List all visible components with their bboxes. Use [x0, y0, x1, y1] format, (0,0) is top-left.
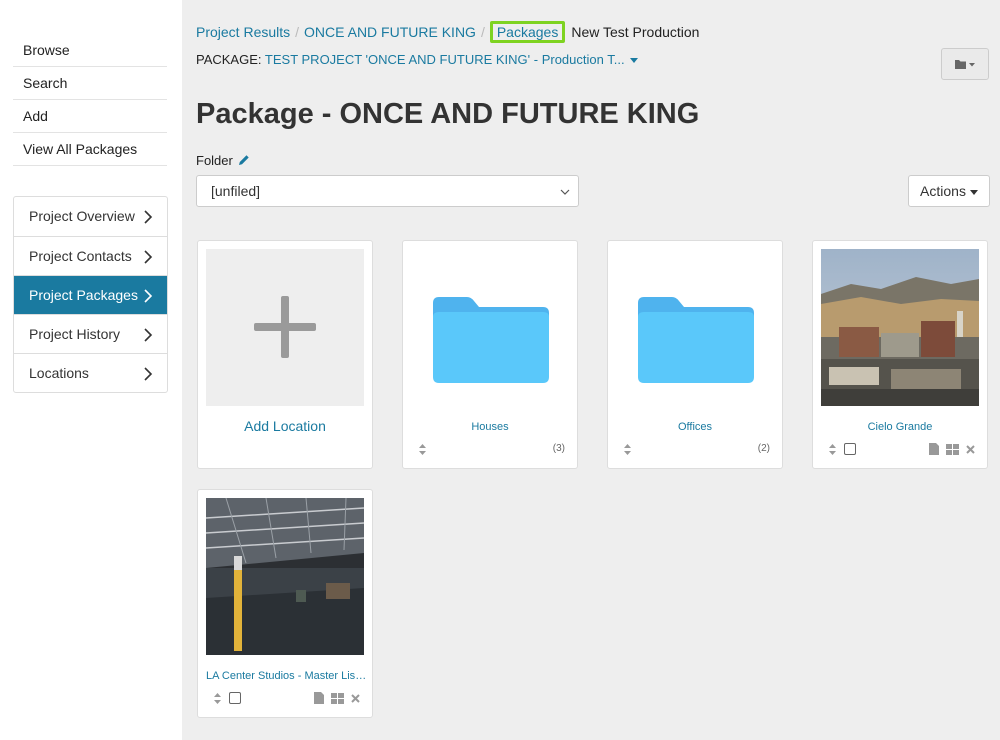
main-content: Project Results / ONCE AND FUTURE KING / Pac… [182, 0, 1000, 740]
nav-project-overview[interactable]: Project Overview [14, 197, 167, 236]
folder-menu-button[interactable] [941, 48, 989, 80]
folder-thumbnail[interactable] [616, 249, 774, 406]
chevron-right-icon [143, 315, 153, 354]
add-link[interactable]: Add [13, 100, 167, 133]
folder-card-houses[interactable]: Houses (3) [402, 240, 578, 469]
location-name[interactable]: LA Center Studios - Master Listing [198, 670, 368, 682]
folder-name[interactable]: Offices [608, 421, 782, 433]
breadcrumb-current: New Test Production [571, 24, 700, 40]
breadcrumb-separator: / [295, 24, 300, 40]
location-card-la-center-studios[interactable]: LA Center Studios - Master Listing [197, 489, 373, 718]
card-controls [214, 692, 360, 706]
nav-project-history[interactable]: Project History [14, 314, 167, 353]
select-checkbox[interactable] [229, 692, 241, 704]
actions-label: Actions [920, 183, 966, 199]
nav-label: Project Packages [29, 287, 138, 303]
add-location-card[interactable]: Add Location [197, 240, 373, 469]
card-controls: (3) [419, 443, 565, 457]
nav-label: Locations [29, 365, 89, 381]
project-nav: Project Overview Project Contacts Projec… [13, 196, 168, 393]
document-icon[interactable] [314, 692, 324, 704]
folder-select-value: [unfiled] [211, 183, 261, 199]
nav-project-packages[interactable]: Project Packages [14, 275, 167, 314]
nav-label: Project Contacts [29, 248, 132, 264]
nav-label: Project Overview [29, 208, 135, 224]
location-card-cielo-grande[interactable]: Cielo Grande [812, 240, 988, 469]
sort-icon[interactable] [624, 444, 631, 458]
folder-icon [955, 60, 975, 69]
pencil-icon[interactable] [238, 154, 250, 166]
nav-label: Project History [29, 326, 121, 342]
folder-name[interactable]: Houses [403, 421, 577, 433]
folder-icon [433, 297, 549, 383]
breadcrumb-project-name[interactable]: ONCE AND FUTURE KING [304, 24, 476, 40]
card-actions [929, 443, 975, 455]
folder-icon [638, 297, 754, 383]
folder-card-offices[interactable]: Offices (2) [607, 240, 783, 469]
package-name: TEST PROJECT 'ONCE AND FUTURE KING' - Pr… [264, 52, 625, 67]
grid-icon[interactable] [331, 692, 344, 704]
document-icon[interactable] [929, 443, 939, 455]
item-count: (3) [552, 443, 565, 454]
select-checkbox[interactable] [844, 443, 856, 455]
plus-icon [254, 296, 316, 358]
card-actions [314, 692, 360, 704]
folder-select[interactable]: [unfiled] [196, 175, 579, 207]
sort-icon[interactable] [214, 693, 221, 707]
breadcrumb-separator: / [480, 24, 485, 40]
chevron-right-icon [143, 276, 153, 315]
caret-down-icon [629, 58, 638, 64]
chevron-right-icon [143, 197, 153, 236]
location-name[interactable]: Cielo Grande [813, 421, 987, 433]
add-location-tile[interactable] [206, 249, 364, 406]
nav-locations[interactable]: Locations [14, 353, 167, 392]
nav-project-contacts[interactable]: Project Contacts [14, 236, 167, 275]
location-photo[interactable] [821, 249, 979, 406]
card-controls [829, 443, 975, 457]
page-title: Package - ONCE AND FUTURE KING [196, 98, 700, 130]
sidebar: Browse Search Add View All Packages Proj… [0, 0, 182, 740]
folder-label: Folder [196, 153, 250, 168]
close-icon[interactable] [966, 444, 975, 454]
location-photo[interactable] [205, 497, 365, 655]
breadcrumb: Project Results / ONCE AND FUTURE KING / Pac… [196, 21, 700, 44]
warehouse-interior-image [205, 497, 365, 655]
package-dropdown[interactable]: TEST PROJECT 'ONCE AND FUTURE KING' - Pr… [265, 52, 638, 67]
top-links: Browse Search Add View All Packages [13, 34, 167, 166]
package-prefix: PACKAGE: [196, 52, 262, 67]
actions-button[interactable]: Actions [908, 175, 990, 207]
browse-link[interactable]: Browse [13, 34, 167, 67]
caret-down-icon [969, 189, 978, 195]
sort-icon[interactable] [829, 444, 836, 458]
sort-icon[interactable] [419, 444, 426, 458]
card-controls: (2) [624, 443, 770, 457]
item-count: (2) [757, 443, 770, 454]
grid-icon[interactable] [946, 443, 959, 455]
chevron-right-icon [143, 354, 153, 393]
add-location-label[interactable]: Add Location [198, 418, 372, 434]
folder-label-text: Folder [196, 153, 233, 168]
breadcrumb-project-results[interactable]: Project Results [196, 24, 290, 40]
package-line: PACKAGE: TEST PROJECT 'ONCE AND FUTURE K… [196, 52, 638, 67]
breadcrumb-packages[interactable]: Packages [489, 21, 566, 43]
view-all-packages-link[interactable]: View All Packages [13, 133, 167, 166]
search-link[interactable]: Search [13, 67, 167, 100]
folder-thumbnail[interactable] [411, 249, 569, 406]
chevron-right-icon [143, 237, 153, 276]
town-landscape-image [821, 249, 979, 406]
close-icon[interactable] [351, 693, 360, 703]
chevron-down-icon [560, 176, 570, 206]
